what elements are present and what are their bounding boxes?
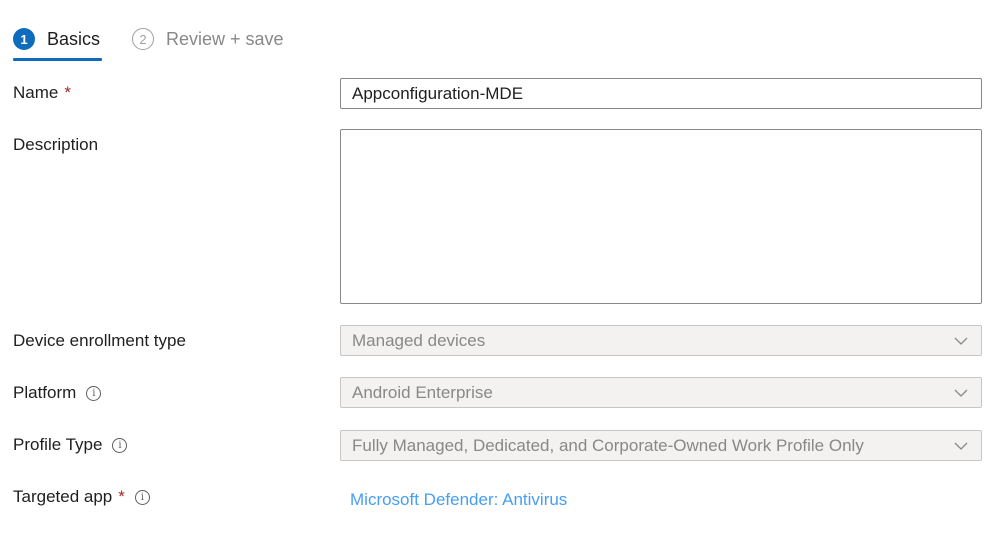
info-icon[interactable]: i bbox=[112, 437, 128, 453]
chevron-down-icon bbox=[954, 337, 968, 345]
targeted-app-required-mark: * bbox=[118, 487, 125, 506]
tab-review-save-label: Review + save bbox=[166, 28, 284, 49]
tab-basics-label: Basics bbox=[47, 28, 101, 49]
profile-type-value: Fully Managed, Dedicated, and Corporate-… bbox=[352, 435, 864, 455]
name-required-mark: * bbox=[64, 83, 71, 102]
platform-select[interactable]: Android Enterprise bbox=[340, 377, 982, 408]
chevron-down-icon bbox=[954, 389, 968, 397]
platform-label: Platform bbox=[13, 383, 77, 402]
info-icon[interactable]: i bbox=[86, 385, 102, 401]
targeted-app-label: Targeted app bbox=[13, 487, 113, 506]
tab-basics[interactable]: 1 Basics bbox=[13, 24, 103, 61]
enrollment-type-label: Device enrollment type bbox=[13, 331, 186, 350]
step-1-badge: 1 bbox=[13, 28, 35, 50]
targeted-app-link[interactable]: Microsoft Defender: Antivirus bbox=[350, 490, 567, 510]
step-2-badge: 2 bbox=[132, 28, 155, 50]
tab-review-save[interactable]: 2 Review + save bbox=[132, 24, 284, 54]
chevron-down-icon bbox=[954, 442, 968, 450]
name-label: Name bbox=[13, 83, 59, 102]
description-textarea[interactable] bbox=[340, 129, 982, 304]
profile-type-select[interactable]: Fully Managed, Dedicated, and Corporate-… bbox=[340, 430, 982, 461]
name-label-row: Name * bbox=[13, 83, 71, 103]
wizard-tabs: 1 Basics 2 Review + save bbox=[13, 24, 284, 64]
enrollment-type-select[interactable]: Managed devices bbox=[340, 325, 982, 356]
targeted-app-label-row: Targeted app * i bbox=[13, 487, 150, 507]
profile-type-label-row: Profile Type i bbox=[13, 435, 128, 455]
platform-value: Android Enterprise bbox=[352, 382, 493, 402]
active-tab-indicator bbox=[13, 58, 103, 61]
profile-type-label: Profile Type bbox=[13, 435, 103, 454]
name-input[interactable] bbox=[340, 78, 982, 109]
enrollment-type-value: Managed devices bbox=[352, 330, 486, 350]
platform-label-row: Platform i bbox=[13, 383, 102, 403]
description-label: Description bbox=[13, 135, 99, 154]
info-icon[interactable]: i bbox=[134, 489, 150, 505]
